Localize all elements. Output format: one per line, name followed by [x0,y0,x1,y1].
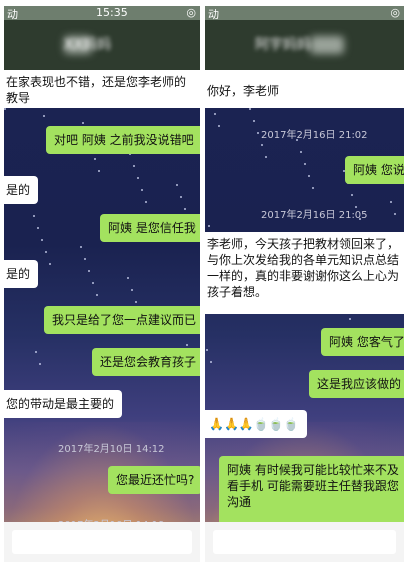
timestamp: 2017年2月16日 21:05 [261,210,368,221]
message-area-top: 在家表现也不错，还是您李老师的教导 [4,70,200,108]
message-bubble-sent[interactable]: 阿姨 您客气了 [321,328,404,356]
emoji-message[interactable]: 🙏🙏🙏🍵🍵🍵 [205,410,307,438]
input-bar [4,522,200,562]
star-decoration [127,277,129,279]
chat-screenshot-left: 动 15:35 ◎ XX妈妈 在家表现也不错，还是您李老师的教导 对吧 阿姨 之… [4,6,200,562]
star-decoration [49,263,51,265]
message-bubble-sent[interactable]: 还是您会教育孩子 [92,348,200,376]
star-decoration [351,194,353,196]
message-bubble-sent[interactable]: 阿姨 有时候我可能比较忙来不及看手机 可能需要班主任替我跟您沟通 [219,456,404,532]
star-decoration [214,113,216,115]
message-bubble-received[interactable]: 您的带动是最主要的 [4,390,123,418]
message-block: 李老师，今天孩子把教材领回来了，与你上次发给我的各单元知识点总结一样的，真的非要… [205,232,404,314]
star-decoration [176,184,178,186]
star-decoration [94,158,96,160]
message-bubble-received[interactable]: 是的 [4,260,39,288]
alarm-icon: ◎ [186,6,196,19]
star-decoration [37,227,39,229]
message-text: 在家表现也不错，还是您李老师的教导 [6,75,187,105]
star-decoration [300,151,302,153]
star-decoration [84,258,86,260]
message-text-long: 李老师，今天孩子把教材领回来了，与你上次发给我的各单元知识点总结一样的，真的非要… [207,237,400,299]
star-decoration [208,225,210,227]
star-decoration [304,163,306,165]
message-bubble-sent[interactable]: 您最近还忙吗? [108,466,200,494]
message-area-top: 你好，李老师 [205,70,404,108]
star-decoration [43,115,45,117]
star-decoration [308,175,310,177]
star-decoration [88,270,90,272]
star-decoration [80,246,82,248]
star-decoration [218,125,220,127]
message-bubble-sent[interactable]: 我只是给了您一点建议而已 [44,306,200,334]
message-input[interactable] [213,530,396,554]
timestamp: 2017年2月16日 21:02 [261,130,368,141]
chat-screenshot-right: 动 ◎ 阿宇妈妈 你好，李老师 2017年2月16日 21:02 阿姨 您说 2… [205,6,404,562]
star-decoration [33,215,35,217]
star-decoration [249,108,251,110]
message-bubble-received[interactable]: 是的 [4,176,39,204]
star-decoration [253,120,255,122]
star-decoration [312,187,314,189]
star-decoration [137,177,139,179]
message-bubble-sent[interactable]: 阿姨 是您信任我 [100,214,200,242]
alarm-icon: ◎ [390,6,400,19]
message-text: 你好，李老师 [207,84,280,98]
star-decoration [131,289,133,291]
chat-title: 阿宇妈妈 [255,37,311,53]
star-decoration [145,201,147,203]
status-time: 15:35 [96,6,128,19]
star-decoration [206,349,208,351]
star-decoration [41,239,43,241]
redaction-blur [310,36,344,54]
star-decoration [265,156,267,158]
chat-header: XX妈妈 [4,20,200,70]
timestamp: 2017年2月10日 14:12 [58,444,165,455]
star-decoration [261,144,263,146]
star-decoration [180,196,182,198]
star-decoration [141,189,143,191]
status-bar: 动 15:35 ◎ [4,6,200,21]
message-input[interactable] [12,530,192,554]
star-decoration [186,344,188,346]
message-bubble-sent[interactable]: 这是我应该做的 [309,370,404,398]
star-decoration [349,318,351,320]
star-decoration [39,363,41,365]
star-decoration [135,301,137,303]
star-decoration [98,170,100,172]
message-bubble-sent[interactable]: 对吧 阿姨 之前我没说错吧 [46,126,200,154]
status-bar: 动 ◎ [205,6,404,21]
star-decoration [184,208,186,210]
star-decoration [82,122,84,124]
star-decoration [390,201,392,203]
chat-header: 阿宇妈妈 [205,20,404,70]
chat-title: XX妈妈 [64,37,112,53]
star-decoration [210,361,212,363]
star-decoration [4,108,6,110]
star-decoration [45,251,47,253]
input-bar [205,522,404,562]
star-decoration [35,351,37,353]
star-decoration [96,294,98,296]
star-decoration [394,213,396,215]
star-decoration [133,165,135,167]
star-decoration [257,132,259,134]
message-bubble-sent[interactable]: 阿姨 您说 [345,156,404,184]
star-decoration [92,282,94,284]
